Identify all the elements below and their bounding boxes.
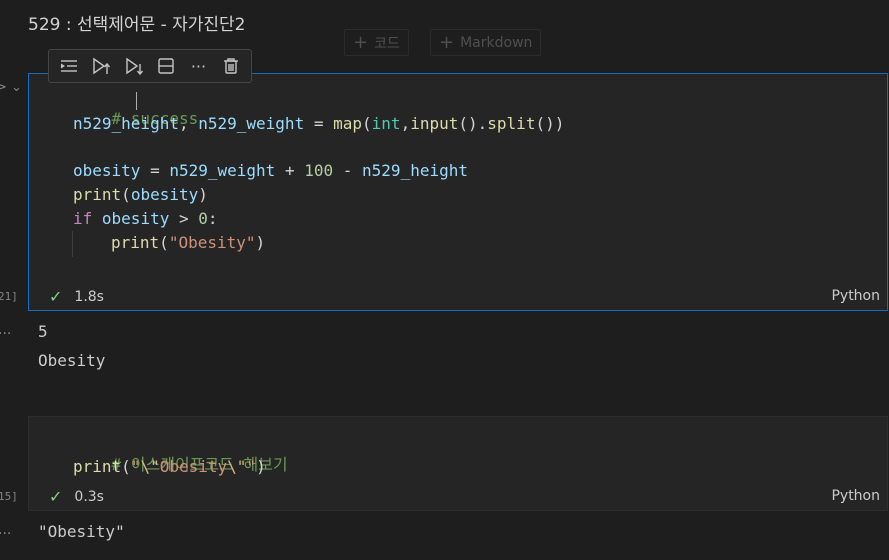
plus-icon: + xyxy=(353,31,369,53)
token: + xyxy=(275,161,305,180)
token: ) xyxy=(198,185,208,204)
code-line-4[interactable]: obesity = n529_weight + 100 - n529_heigh… xyxy=(73,161,468,180)
token: = xyxy=(140,161,170,180)
token: n529_height xyxy=(73,114,179,133)
token: n529_weight xyxy=(198,114,305,133)
code-line-6[interactable]: if obesity > 0: xyxy=(73,209,218,228)
token: ) xyxy=(255,233,266,252)
token: = xyxy=(304,114,334,133)
check-icon: ✓ xyxy=(49,287,63,306)
markdown-heading: 529 : 선택제어문 - 자가진단2 xyxy=(28,15,246,35)
output-line: Obesity xyxy=(38,351,106,370)
execution-count: 15] xyxy=(0,490,18,503)
add-markdown-cell-button[interactable]: + Markdown xyxy=(430,29,542,56)
token: " xyxy=(246,457,257,476)
execute-below-icon[interactable] xyxy=(122,54,146,78)
token: ()) xyxy=(535,114,565,133)
token: obesity xyxy=(101,209,170,228)
check-icon: ✓ xyxy=(49,487,63,506)
add-code-cell-button[interactable]: + 코드 xyxy=(344,29,409,56)
execution-count: 21] xyxy=(0,290,18,303)
token: input xyxy=(410,114,459,133)
delete-icon[interactable] xyxy=(219,54,243,78)
token: if xyxy=(73,209,93,228)
token: n529_height xyxy=(362,161,468,180)
output-more-icon[interactable]: ... xyxy=(0,322,11,338)
code-line-2[interactable]: n529_height, n529_weight = map(int,input… xyxy=(73,114,564,133)
token: map xyxy=(333,114,363,133)
token: print xyxy=(73,457,122,476)
split-cell-icon[interactable] xyxy=(154,54,178,78)
text-cursor xyxy=(136,92,137,110)
token: print xyxy=(73,185,122,204)
code-line-7[interactable]: print("Obesity") xyxy=(111,233,265,252)
language-selector[interactable]: Python xyxy=(831,488,880,504)
token: ( xyxy=(121,457,131,476)
token: - xyxy=(333,161,363,180)
token: Obesity xyxy=(159,457,228,476)
token: (). xyxy=(458,114,488,133)
token: ( xyxy=(362,114,372,133)
collapse-chevron-icon[interactable]: > ⌄ xyxy=(0,80,22,95)
token: print xyxy=(111,233,160,252)
token: , xyxy=(400,114,411,133)
indent-guide xyxy=(72,231,73,257)
add-code-label: 코드 xyxy=(374,35,400,52)
output-more-icon[interactable]: ... xyxy=(0,522,11,538)
cell-status: ✓ 0.3s xyxy=(49,487,104,506)
code-line-2[interactable]: print("\"Obesity\"") xyxy=(73,457,266,476)
language-selector[interactable]: Python xyxy=(831,288,880,304)
output-line: 5 xyxy=(38,322,48,341)
code-line-5[interactable]: print(obesity) xyxy=(73,185,208,204)
token: 0 xyxy=(198,209,208,228)
token: \" xyxy=(227,457,247,476)
add-markdown-label: Markdown xyxy=(460,34,533,51)
execute-above-icon[interactable] xyxy=(89,54,113,78)
token: > xyxy=(169,209,199,228)
token: 100 xyxy=(304,161,334,180)
execution-time: 1.8s xyxy=(74,288,104,305)
code-cell-1[interactable]: # success n529_height, n529_weight = map… xyxy=(28,73,888,311)
plus-icon: + xyxy=(439,31,455,53)
token: ( xyxy=(121,185,131,204)
token: , xyxy=(178,114,199,133)
run-by-line-icon[interactable] xyxy=(57,54,81,78)
token: ) xyxy=(256,457,266,476)
token: " xyxy=(130,457,141,476)
more-actions-icon[interactable]: ··· xyxy=(186,54,210,78)
code-cell-2[interactable]: # 이스케이프코드 해보기 print("\"Obesity\"") ✓ 0.3… xyxy=(28,416,888,511)
token: "Obesity" xyxy=(168,233,256,252)
output-line: "Obesity" xyxy=(38,522,125,541)
execution-time: 0.3s xyxy=(74,488,104,505)
token: n529_weight xyxy=(169,161,276,180)
cell-toolbar: ··· xyxy=(48,49,252,83)
token: ( xyxy=(159,233,169,252)
token: \" xyxy=(140,457,160,476)
token: obesity xyxy=(73,161,141,180)
cell-status: ✓ 1.8s xyxy=(49,287,104,306)
token: split xyxy=(487,114,536,133)
token: int xyxy=(371,114,401,133)
token: : xyxy=(207,209,218,228)
token: obesity xyxy=(130,185,199,204)
